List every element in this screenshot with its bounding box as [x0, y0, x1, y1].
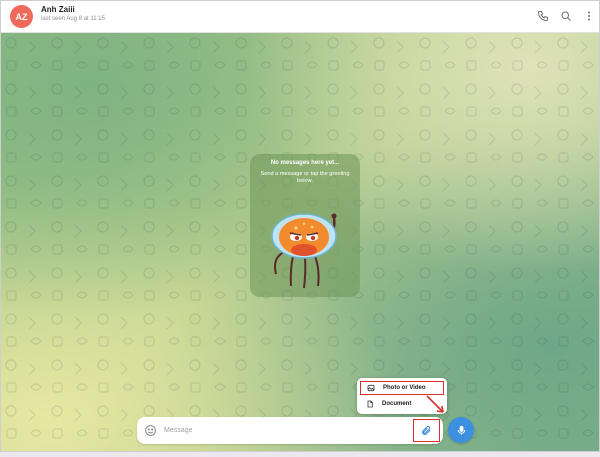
document-icon — [365, 399, 375, 409]
phone-icon[interactable] — [536, 9, 550, 23]
menu-item-photo-or-video[interactable]: Photo or Video — [360, 381, 444, 395]
menu-item-label: Photo or Video — [383, 385, 426, 391]
message-input[interactable] — [164, 422, 404, 439]
image-icon — [366, 383, 376, 393]
contact-name[interactable]: Anh Zaiii — [41, 5, 75, 14]
chat-header: AZ Anh Zaiii last seen Aug 8 at 11:15 — [1, 1, 599, 33]
search-icon[interactable] — [559, 9, 573, 23]
chat-window: AZ Anh Zaiii last seen Aug 8 at 11:15 No… — [0, 0, 600, 452]
attach-button[interactable] — [413, 419, 440, 442]
empty-subtitle: Send a message or tap the greeting below… — [260, 171, 350, 184]
empty-title: No messages here yet... — [270, 160, 340, 166]
avatar[interactable]: AZ — [10, 5, 33, 28]
empty-chat-card: No messages here yet... Send a message o… — [250, 154, 360, 297]
menu-item-label: Document — [382, 401, 412, 407]
last-seen-status: last seen Aug 8 at 11:15 — [41, 16, 105, 22]
message-composer — [137, 417, 443, 444]
paperclip-icon — [421, 425, 432, 436]
annotation-arrow-icon — [426, 395, 444, 413]
microphone-icon — [456, 425, 467, 436]
record-voice-button[interactable] — [448, 417, 474, 443]
jellyfish-sticker[interactable] — [260, 194, 350, 294]
bottom-strip — [0, 452, 600, 457]
more-vertical-icon[interactable] — [582, 9, 596, 23]
emoji-icon[interactable] — [144, 424, 157, 437]
